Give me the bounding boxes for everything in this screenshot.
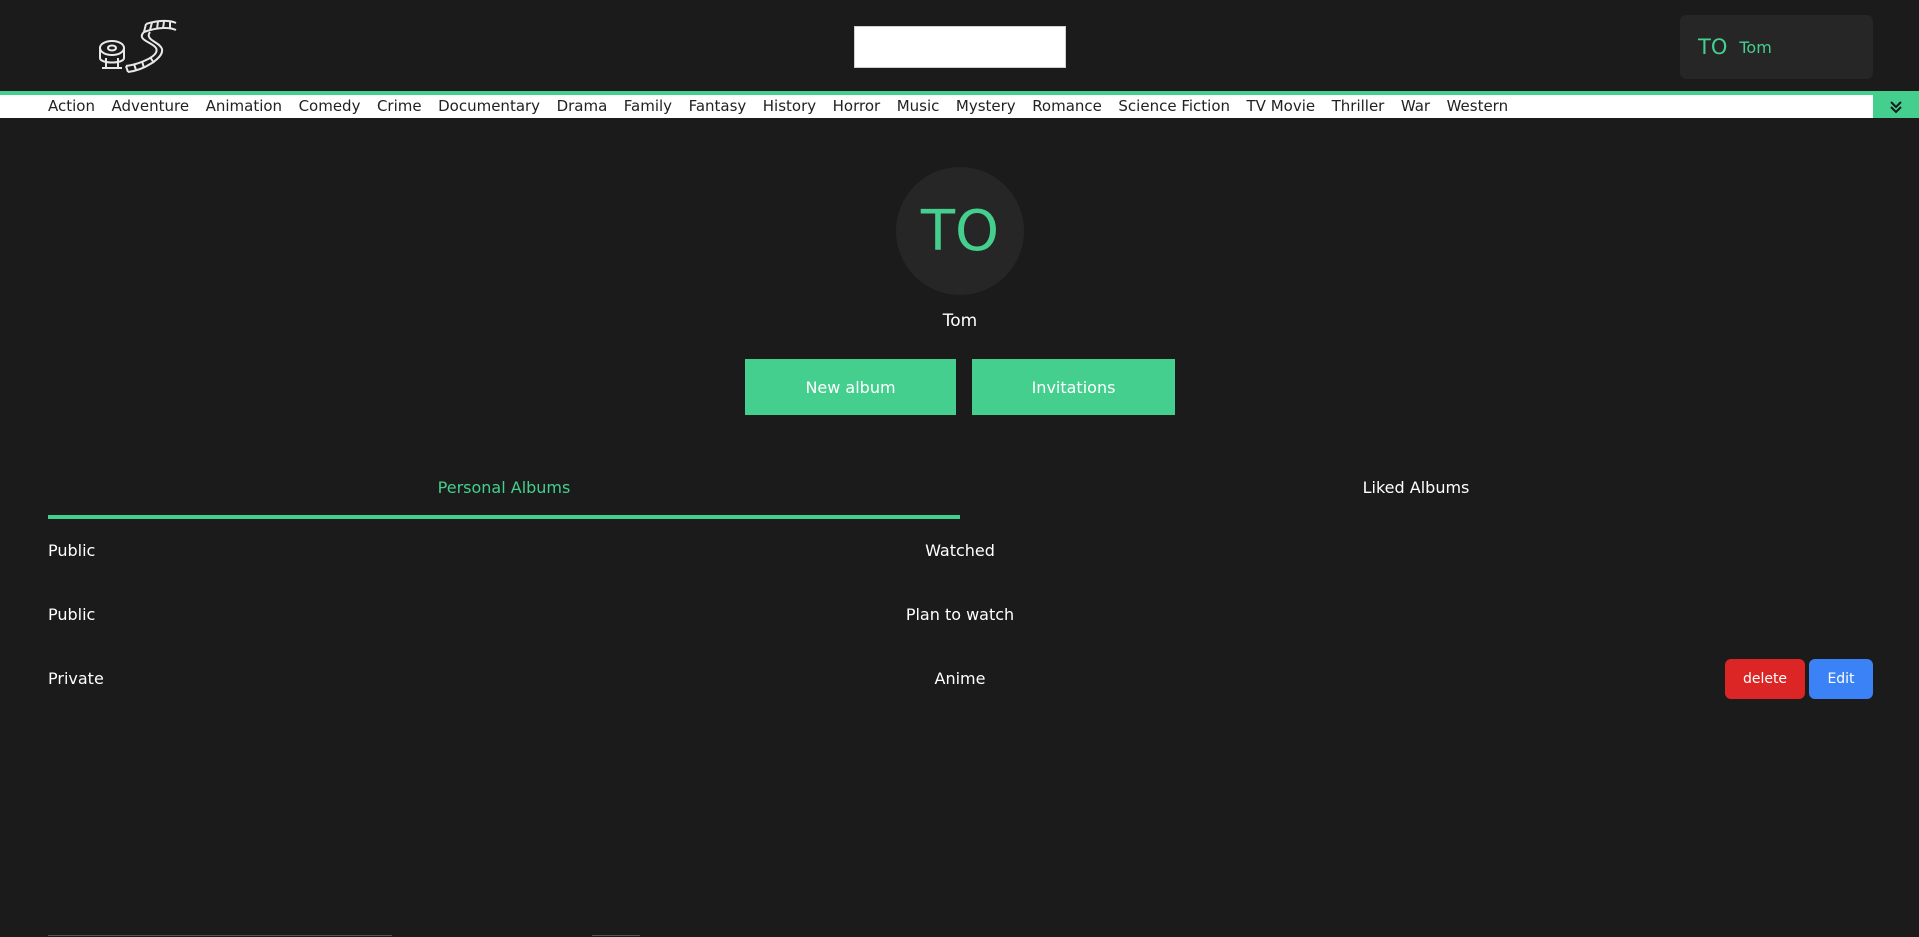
genre-link-adventure[interactable]: Adventure <box>111 95 189 118</box>
double-chevron-down-icon[interactable] <box>1873 95 1919 118</box>
genre-link-documentary[interactable]: Documentary <box>438 95 540 118</box>
genre-link-history[interactable]: History <box>763 95 816 118</box>
album-row[interactable]: Private Anime delete Edit <box>48 659 1873 699</box>
genre-link-crime[interactable]: Crime <box>377 95 422 118</box>
delete-album-button[interactable]: delete <box>1725 659 1805 699</box>
invitations-button[interactable]: Invitations <box>972 359 1175 415</box>
genre-link-science-fiction[interactable]: Science Fiction <box>1118 95 1230 118</box>
genre-link-animation[interactable]: Animation <box>206 95 282 118</box>
album-row[interactable]: Public Plan to watch <box>48 595 1873 635</box>
genre-link-family[interactable]: Family <box>624 95 672 118</box>
album-title[interactable]: Watched <box>48 531 1872 571</box>
genre-link-comedy[interactable]: Comedy <box>299 95 361 118</box>
genre-link-thriller[interactable]: Thriller <box>1332 95 1385 118</box>
genre-link-romance[interactable]: Romance <box>1032 95 1102 118</box>
album-title[interactable]: Plan to watch <box>48 595 1872 635</box>
edit-album-button[interactable]: Edit <box>1809 659 1873 699</box>
genre-link-mystery[interactable]: Mystery <box>956 95 1016 118</box>
genre-link-tv-movie[interactable]: TV Movie <box>1247 95 1316 118</box>
tab-liked-albums[interactable]: Liked Albums <box>960 478 1872 502</box>
genre-link-action[interactable]: Action <box>48 95 95 118</box>
genre-nav: Action Adventure Animation Comedy Crime Docum… <box>0 95 1919 118</box>
film-reel-logo-icon[interactable] <box>96 18 178 74</box>
album-row[interactable]: Public Watched <box>48 531 1873 571</box>
album-title[interactable]: Anime <box>48 659 1872 699</box>
genre-link-horror[interactable]: Horror <box>833 95 881 118</box>
user-initials: TO <box>1698 35 1728 59</box>
genre-link-music[interactable]: Music <box>897 95 940 118</box>
new-album-button[interactable]: New album <box>745 359 956 415</box>
genre-link-fantasy[interactable]: Fantasy <box>689 95 747 118</box>
tab-personal-albums[interactable]: Personal Albums <box>48 478 960 502</box>
search-input[interactable] <box>854 26 1066 68</box>
album-actions: delete Edit <box>1725 659 1873 699</box>
user-menu-button[interactable]: TO Tom <box>1680 15 1873 79</box>
user-name: Tom <box>1739 37 1772 57</box>
profile-name: Tom <box>942 311 978 331</box>
top-header: TO Tom <box>0 0 1919 91</box>
active-tab-indicator <box>48 515 960 519</box>
genre-link-war[interactable]: War <box>1401 95 1430 118</box>
profile-avatar: TO <box>896 167 1024 295</box>
genre-list: Action Adventure Animation Comedy Crime Docum… <box>48 95 1525 118</box>
genre-link-drama[interactable]: Drama <box>557 95 608 118</box>
genre-link-western[interactable]: Western <box>1447 95 1509 118</box>
